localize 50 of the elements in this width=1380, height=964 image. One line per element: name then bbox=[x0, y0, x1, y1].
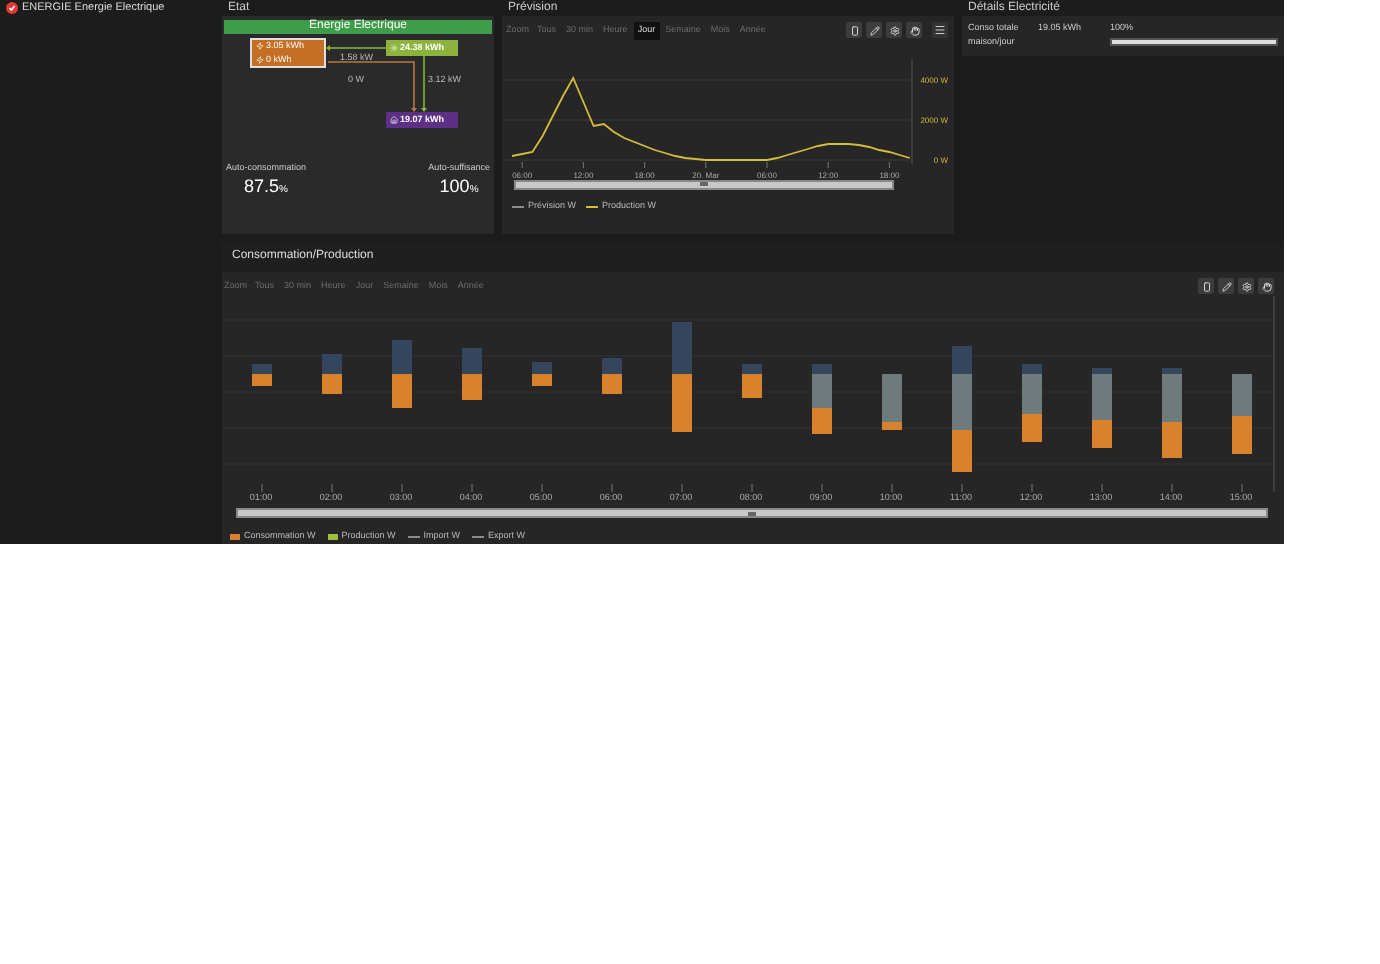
settings-button[interactable] bbox=[1238, 278, 1254, 295]
sun-icon bbox=[390, 44, 398, 52]
edit-button[interactable] bbox=[1218, 278, 1234, 295]
house-icon bbox=[390, 116, 398, 124]
import-bar bbox=[952, 345, 972, 373]
range-navigator[interactable] bbox=[514, 179, 894, 190]
export-bar bbox=[1092, 373, 1112, 419]
settings-button[interactable] bbox=[886, 22, 902, 39]
import-bar bbox=[252, 363, 272, 373]
import-bar bbox=[322, 353, 342, 373]
import-bar bbox=[1162, 367, 1182, 373]
hand-button[interactable] bbox=[906, 22, 922, 39]
import-bar bbox=[1022, 363, 1042, 373]
import-bar bbox=[602, 357, 622, 373]
hand-button[interactable] bbox=[1258, 278, 1274, 295]
consumption-bar bbox=[1092, 419, 1112, 447]
panel-toggle-button[interactable] bbox=[1198, 278, 1214, 295]
consumption-bar bbox=[392, 373, 412, 407]
import-bar bbox=[672, 321, 692, 373]
export-bar bbox=[1022, 373, 1042, 413]
consumption-bar bbox=[882, 421, 902, 429]
consumption-bar bbox=[322, 373, 342, 393]
import-bar bbox=[462, 347, 482, 373]
import-bar bbox=[392, 339, 412, 373]
alert-icon bbox=[6, 2, 18, 14]
export-bar bbox=[882, 373, 902, 421]
bolt-icon bbox=[256, 55, 264, 64]
consumption-bar bbox=[1162, 421, 1182, 457]
consumption-bar bbox=[462, 373, 482, 399]
menu-button[interactable] bbox=[932, 22, 948, 39]
export-bar bbox=[1162, 373, 1182, 421]
flow-arrow bbox=[327, 61, 417, 112]
consumption-bar bbox=[952, 429, 972, 471]
consumption-bar bbox=[812, 407, 832, 433]
bolt-icon bbox=[256, 42, 264, 51]
export-bar bbox=[952, 373, 972, 429]
consumption-bar bbox=[742, 373, 762, 397]
consumption-bar bbox=[1232, 415, 1252, 453]
panel-toggle-button[interactable] bbox=[846, 22, 862, 39]
edit-button[interactable] bbox=[866, 22, 882, 39]
consumption-bar bbox=[1022, 413, 1042, 441]
import-bar bbox=[1092, 367, 1112, 373]
import-bar bbox=[742, 363, 762, 373]
export-bar bbox=[812, 373, 832, 407]
import-bar bbox=[532, 361, 552, 373]
import-bar bbox=[812, 363, 832, 373]
consumption-bar bbox=[602, 373, 622, 393]
consumption-bar bbox=[672, 373, 692, 431]
range-navigator[interactable] bbox=[236, 508, 1268, 519]
export-bar bbox=[1232, 373, 1252, 415]
